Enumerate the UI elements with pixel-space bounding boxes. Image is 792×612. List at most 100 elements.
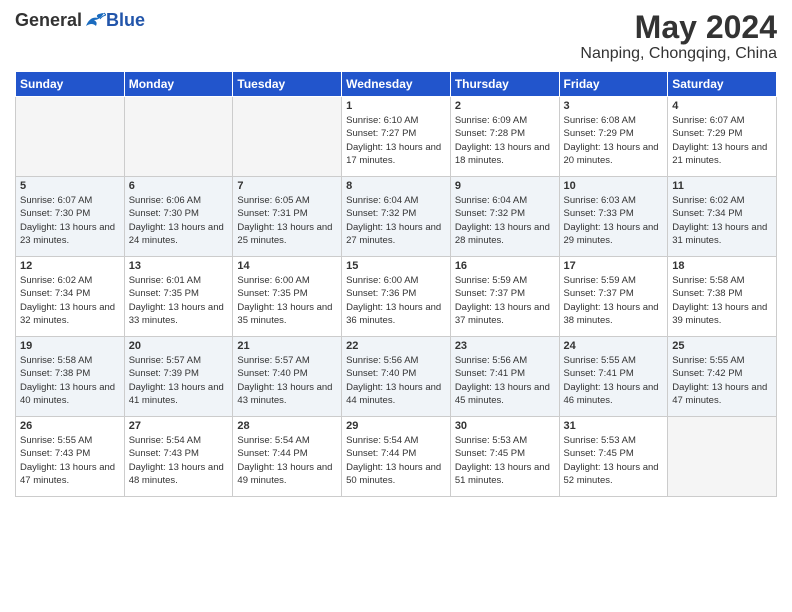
calendar-cell: 15 Sunrise: 6:00 AM Sunset: 7:36 PM Dayl… — [342, 257, 451, 337]
calendar-cell: 18 Sunrise: 5:58 AM Sunset: 7:38 PM Dayl… — [668, 257, 777, 337]
calendar-cell: 6 Sunrise: 6:06 AM Sunset: 7:30 PM Dayli… — [124, 177, 233, 257]
sunset-text: Sunset: 7:33 PM — [564, 208, 634, 219]
daylight-text: Daylight: 13 hours and 39 minutes. — [672, 302, 767, 326]
daylight-text: Daylight: 13 hours and 21 minutes. — [672, 142, 767, 166]
day-info: Sunrise: 6:05 AM Sunset: 7:31 PM Dayligh… — [237, 194, 337, 247]
sunset-text: Sunset: 7:29 PM — [672, 128, 742, 139]
sunset-text: Sunset: 7:39 PM — [129, 368, 199, 379]
sunrise-text: Sunrise: 5:54 AM — [129, 435, 201, 446]
day-info: Sunrise: 6:01 AM Sunset: 7:35 PM Dayligh… — [129, 274, 229, 327]
sunrise-text: Sunrise: 6:07 AM — [20, 195, 92, 206]
daylight-text: Daylight: 13 hours and 23 minutes. — [20, 222, 115, 246]
day-number: 3 — [564, 100, 664, 112]
calendar-cell: 16 Sunrise: 5:59 AM Sunset: 7:37 PM Dayl… — [450, 257, 559, 337]
sunrise-text: Sunrise: 6:00 AM — [346, 275, 418, 286]
calendar-cell: 24 Sunrise: 5:55 AM Sunset: 7:41 PM Dayl… — [559, 337, 668, 417]
sunrise-text: Sunrise: 5:58 AM — [20, 355, 92, 366]
sunrise-text: Sunrise: 5:59 AM — [564, 275, 636, 286]
day-number: 29 — [346, 420, 446, 432]
sunset-text: Sunset: 7:37 PM — [455, 288, 525, 299]
weekday-header-friday: Friday — [559, 72, 668, 97]
weekday-header-row: SundayMondayTuesdayWednesdayThursdayFrid… — [16, 72, 777, 97]
calendar-cell: 11 Sunrise: 6:02 AM Sunset: 7:34 PM Dayl… — [668, 177, 777, 257]
day-info: Sunrise: 5:55 AM Sunset: 7:42 PM Dayligh… — [672, 354, 772, 407]
sunset-text: Sunset: 7:31 PM — [237, 208, 307, 219]
sunset-text: Sunset: 7:36 PM — [346, 288, 416, 299]
day-number: 2 — [455, 100, 555, 112]
day-info: Sunrise: 6:10 AM Sunset: 7:27 PM Dayligh… — [346, 114, 446, 167]
daylight-text: Daylight: 13 hours and 29 minutes. — [564, 222, 659, 246]
sunset-text: Sunset: 7:32 PM — [455, 208, 525, 219]
day-number: 13 — [129, 260, 229, 272]
calendar-cell: 10 Sunrise: 6:03 AM Sunset: 7:33 PM Dayl… — [559, 177, 668, 257]
calendar-header: SundayMondayTuesdayWednesdayThursdayFrid… — [16, 72, 777, 97]
calendar-cell — [668, 417, 777, 497]
day-info: Sunrise: 6:00 AM Sunset: 7:35 PM Dayligh… — [237, 274, 337, 327]
sunrise-text: Sunrise: 6:07 AM — [672, 115, 744, 126]
calendar-cell: 8 Sunrise: 6:04 AM Sunset: 7:32 PM Dayli… — [342, 177, 451, 257]
sunset-text: Sunset: 7:44 PM — [237, 448, 307, 459]
day-info: Sunrise: 5:54 AM Sunset: 7:44 PM Dayligh… — [346, 434, 446, 487]
daylight-text: Daylight: 13 hours and 25 minutes. — [237, 222, 332, 246]
day-number: 28 — [237, 420, 337, 432]
day-number: 23 — [455, 340, 555, 352]
calendar-week-row: 12 Sunrise: 6:02 AM Sunset: 7:34 PM Dayl… — [16, 257, 777, 337]
day-info: Sunrise: 6:07 AM Sunset: 7:30 PM Dayligh… — [20, 194, 120, 247]
day-info: Sunrise: 5:59 AM Sunset: 7:37 PM Dayligh… — [455, 274, 555, 327]
day-number: 30 — [455, 420, 555, 432]
daylight-text: Daylight: 13 hours and 37 minutes. — [455, 302, 550, 326]
day-info: Sunrise: 6:04 AM Sunset: 7:32 PM Dayligh… — [455, 194, 555, 247]
page-container: General Blue May 2024 Nanping, Chongqing… — [0, 0, 792, 507]
sunrise-text: Sunrise: 5:57 AM — [129, 355, 201, 366]
calendar-cell: 5 Sunrise: 6:07 AM Sunset: 7:30 PM Dayli… — [16, 177, 125, 257]
day-number: 15 — [346, 260, 446, 272]
logo-general-text: General — [15, 10, 82, 31]
calendar-cell — [124, 97, 233, 177]
day-info: Sunrise: 6:07 AM Sunset: 7:29 PM Dayligh… — [672, 114, 772, 167]
calendar-body: 1 Sunrise: 6:10 AM Sunset: 7:27 PM Dayli… — [16, 97, 777, 497]
calendar-cell: 22 Sunrise: 5:56 AM Sunset: 7:40 PM Dayl… — [342, 337, 451, 417]
sunrise-text: Sunrise: 5:54 AM — [346, 435, 418, 446]
sunset-text: Sunset: 7:44 PM — [346, 448, 416, 459]
calendar-cell: 27 Sunrise: 5:54 AM Sunset: 7:43 PM Dayl… — [124, 417, 233, 497]
calendar-cell: 17 Sunrise: 5:59 AM Sunset: 7:37 PM Dayl… — [559, 257, 668, 337]
sunset-text: Sunset: 7:30 PM — [129, 208, 199, 219]
sunset-text: Sunset: 7:42 PM — [672, 368, 742, 379]
day-info: Sunrise: 6:04 AM Sunset: 7:32 PM Dayligh… — [346, 194, 446, 247]
day-info: Sunrise: 6:09 AM Sunset: 7:28 PM Dayligh… — [455, 114, 555, 167]
day-number: 31 — [564, 420, 664, 432]
sunrise-text: Sunrise: 6:04 AM — [455, 195, 527, 206]
sunset-text: Sunset: 7:40 PM — [237, 368, 307, 379]
sunrise-text: Sunrise: 6:10 AM — [346, 115, 418, 126]
sunset-text: Sunset: 7:38 PM — [20, 368, 90, 379]
daylight-text: Daylight: 13 hours and 32 minutes. — [20, 302, 115, 326]
day-number: 11 — [672, 180, 772, 192]
day-number: 19 — [20, 340, 120, 352]
daylight-text: Daylight: 13 hours and 27 minutes. — [346, 222, 441, 246]
sunrise-text: Sunrise: 6:04 AM — [346, 195, 418, 206]
day-info: Sunrise: 6:06 AM Sunset: 7:30 PM Dayligh… — [129, 194, 229, 247]
day-number: 9 — [455, 180, 555, 192]
sunrise-text: Sunrise: 6:09 AM — [455, 115, 527, 126]
daylight-text: Daylight: 13 hours and 43 minutes. — [237, 382, 332, 406]
sunset-text: Sunset: 7:37 PM — [564, 288, 634, 299]
day-number: 1 — [346, 100, 446, 112]
day-info: Sunrise: 5:58 AM Sunset: 7:38 PM Dayligh… — [20, 354, 120, 407]
daylight-text: Daylight: 13 hours and 20 minutes. — [564, 142, 659, 166]
day-number: 18 — [672, 260, 772, 272]
calendar-week-row: 19 Sunrise: 5:58 AM Sunset: 7:38 PM Dayl… — [16, 337, 777, 417]
weekday-header-monday: Monday — [124, 72, 233, 97]
daylight-text: Daylight: 13 hours and 45 minutes. — [455, 382, 550, 406]
calendar-cell: 1 Sunrise: 6:10 AM Sunset: 7:27 PM Dayli… — [342, 97, 451, 177]
daylight-text: Daylight: 13 hours and 35 minutes. — [237, 302, 332, 326]
day-number: 16 — [455, 260, 555, 272]
daylight-text: Daylight: 13 hours and 47 minutes. — [20, 462, 115, 486]
daylight-text: Daylight: 13 hours and 38 minutes. — [564, 302, 659, 326]
daylight-text: Daylight: 13 hours and 24 minutes. — [129, 222, 224, 246]
daylight-text: Daylight: 13 hours and 17 minutes. — [346, 142, 441, 166]
day-number: 5 — [20, 180, 120, 192]
daylight-text: Daylight: 13 hours and 44 minutes. — [346, 382, 441, 406]
calendar-cell: 9 Sunrise: 6:04 AM Sunset: 7:32 PM Dayli… — [450, 177, 559, 257]
logo-blue-text: Blue — [106, 10, 145, 31]
sunset-text: Sunset: 7:30 PM — [20, 208, 90, 219]
